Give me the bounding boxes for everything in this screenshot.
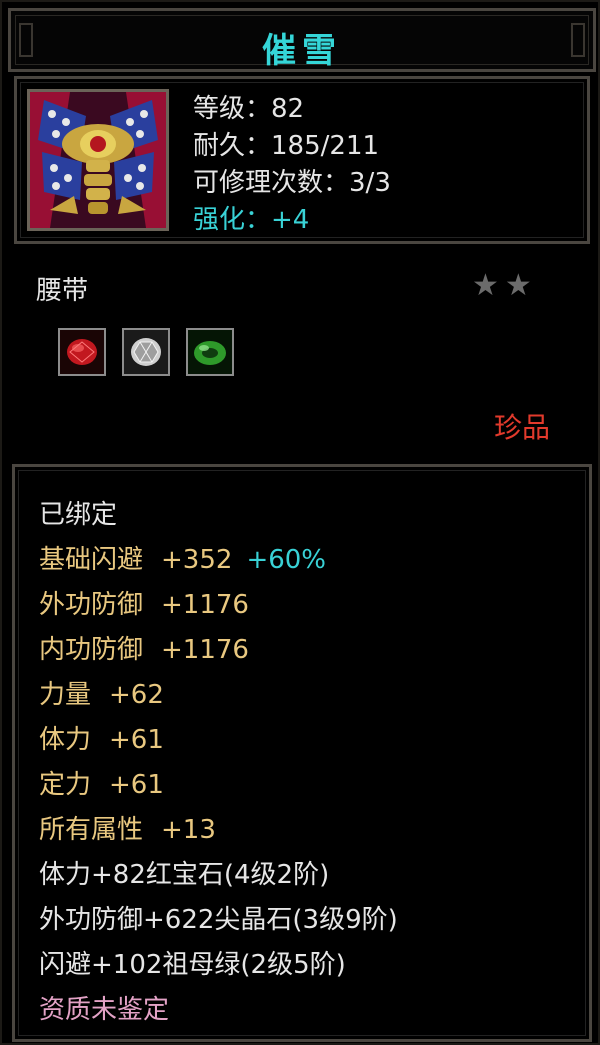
repair-row: 可修理次数：3/3: [193, 165, 391, 202]
durability-label: 耐久：: [193, 131, 272, 161]
spinel-gem-icon[interactable]: [122, 328, 170, 376]
ruby-gem-icon[interactable]: [58, 328, 106, 376]
level-row: 等级：82: [193, 91, 391, 128]
attribute-value: +61: [109, 725, 164, 755]
quality-status: 资质未鉴定: [39, 995, 170, 1025]
star-rating: ★ ★: [472, 268, 538, 303]
attribute-value: +1176: [161, 590, 249, 620]
gem-bonus-row: 闪避+102祖母绿(2级5阶): [39, 950, 346, 980]
attribute-bonus: +60%: [246, 545, 327, 575]
attribute-row: 外功防御 +1176: [39, 583, 398, 628]
attribute-label: 体力: [39, 725, 92, 755]
attribute-value: +352: [161, 545, 233, 575]
item-type: 腰带: [36, 276, 89, 306]
attribute-panel: 已绑定 基础闪避 +352 +60% 外功防御 +1176 内功防御 +1176 力量 +…: [12, 464, 592, 1042]
durability-value: 185/211: [271, 131, 380, 161]
repair-value: 3/3: [349, 168, 391, 198]
gem-bonus-row: 外功防御+622尖晶石(3级9阶): [39, 905, 398, 935]
bound-status: 已绑定: [39, 500, 118, 530]
belt-icon: [27, 89, 169, 231]
attribute-row: 体力 +61: [39, 718, 398, 763]
title-bar: 催雪: [8, 8, 596, 72]
level-label: 等级：: [193, 94, 272, 124]
attribute-label: 内功防御: [39, 635, 144, 665]
enhance-row: 强化：+4: [193, 202, 391, 239]
star-icon: ★: [472, 268, 499, 303]
item-stats: 等级：82 耐久：185/211 可修理次数：3/3 强化：+4: [193, 91, 391, 239]
attribute-label: 定力: [39, 770, 92, 800]
attribute-label: 基础闪避: [39, 545, 144, 575]
item-tooltip: 催雪 等级：82 耐久：185/211 可修理次数：3/3 强化：+4 腰带 ★…: [0, 0, 600, 1045]
attribute-value: +13: [161, 815, 216, 845]
star-icon: ★: [504, 268, 532, 303]
attribute-value: +1176: [161, 635, 249, 665]
attribute-row: 力量 +62: [39, 673, 398, 718]
attribute-label: 外功防御: [39, 590, 144, 620]
rarity-label: 珍品: [494, 411, 551, 444]
enhance-value: +4: [271, 205, 310, 235]
gem-bonus-row: 体力+82红宝石(4级2阶): [39, 860, 330, 890]
emerald-gem-icon[interactable]: [186, 328, 234, 376]
attribute-row: 内功防御 +1176: [39, 628, 398, 673]
attribute-list: 已绑定 基础闪避 +352 +60% 外功防御 +1176 内功防御 +1176 力量 +…: [39, 493, 398, 1033]
repair-label: 可修理次数：: [193, 168, 350, 198]
attribute-row: 基础闪避 +352 +60%: [39, 538, 398, 583]
attribute-row: 定力 +61: [39, 763, 398, 808]
level-value: 82: [271, 94, 305, 124]
attribute-label: 力量: [39, 680, 92, 710]
attribute-row: 所有属性 +13: [39, 808, 398, 853]
durability-row: 耐久：185/211: [193, 128, 391, 165]
item-name-title: 催雪: [262, 31, 342, 71]
enhance-label: 强化：: [193, 205, 272, 235]
attribute-label: 所有属性: [39, 815, 144, 845]
attribute-value: +61: [109, 770, 164, 800]
attribute-value: +62: [109, 680, 164, 710]
item-header-panel: 等级：82 耐久：185/211 可修理次数：3/3 强化：+4: [14, 76, 590, 244]
